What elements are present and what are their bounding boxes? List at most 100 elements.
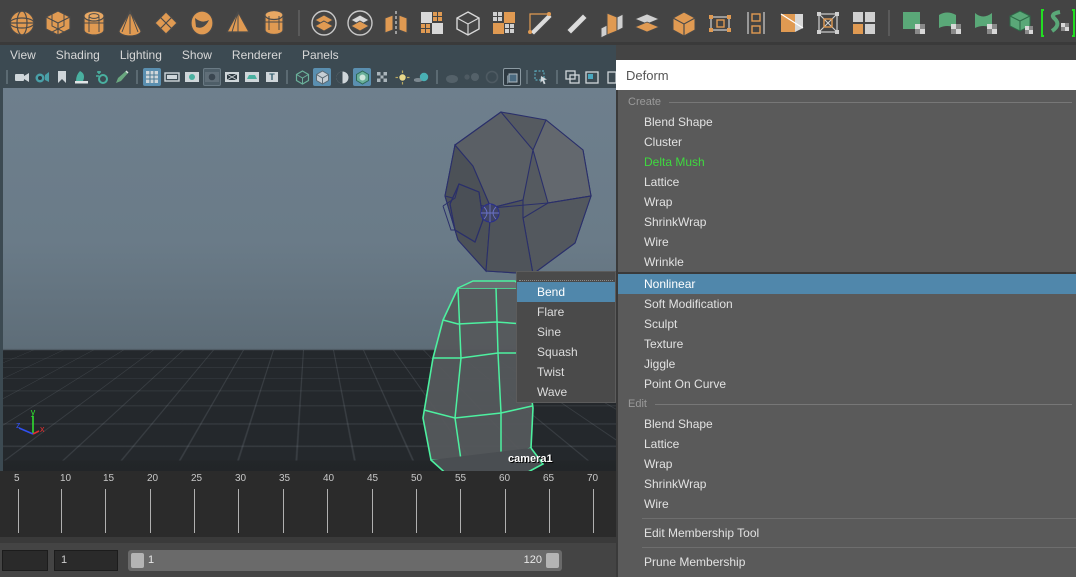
poly-torus-icon[interactable] xyxy=(185,6,219,40)
gate-mask-icon[interactable] xyxy=(203,68,221,86)
grid-display-icon[interactable] xyxy=(143,68,161,86)
submenu-item-twist[interactable]: Twist xyxy=(517,362,615,382)
combine-icon[interactable] xyxy=(307,6,341,40)
viewport-menu-show[interactable]: Show xyxy=(172,45,222,66)
panel-layout-c-icon[interactable] xyxy=(603,68,616,86)
deform-wave-icon[interactable] xyxy=(1041,6,1075,40)
anim-start-field[interactable] xyxy=(2,549,48,571)
poly-pyramid-icon[interactable] xyxy=(257,6,291,40)
viewport-menu-shading[interactable]: Shading xyxy=(46,45,110,66)
current-frame-field[interactable]: 1 xyxy=(54,549,118,571)
smooth-icon[interactable] xyxy=(415,6,449,40)
range-end-handle[interactable] xyxy=(546,552,559,568)
viewport-menu-renderer[interactable]: Renderer xyxy=(222,45,292,66)
relax-surface-icon[interactable] xyxy=(969,6,1003,40)
text-display-icon[interactable]: T xyxy=(263,68,281,86)
select-camera-icon[interactable] xyxy=(13,68,31,86)
deform-item-jiggle[interactable]: Jiggle xyxy=(618,354,1076,374)
xray-icon[interactable] xyxy=(373,68,391,86)
panel-layout-a-icon[interactable] xyxy=(563,68,581,86)
submenu-item-wave[interactable]: Wave xyxy=(517,382,615,402)
select-mask-icon[interactable] xyxy=(533,68,551,86)
deform-edit-item-wire[interactable]: Wire xyxy=(618,494,1076,514)
submenu-item-bend[interactable]: Bend xyxy=(517,282,615,302)
wireframe-shading-icon[interactable] xyxy=(293,68,311,86)
deform-item-wire[interactable]: Wire xyxy=(618,232,1076,252)
offset-edge-loop-icon[interactable] xyxy=(595,6,629,40)
deform-edit-item-shrinkwrap[interactable]: ShrinkWrap xyxy=(618,474,1076,494)
deform-item-delta-mush[interactable]: Delta Mush xyxy=(618,152,1076,172)
isolate-select-icon[interactable] xyxy=(503,68,521,86)
merge-vertices-icon[interactable] xyxy=(811,6,845,40)
deform-edit-item-wrap[interactable]: Wrap xyxy=(618,454,1076,474)
safe-action-icon[interactable] xyxy=(243,68,261,86)
bevel-icon[interactable] xyxy=(451,6,485,40)
occlusion-icon[interactable] xyxy=(443,68,461,86)
submenu-item-sine[interactable]: Sine xyxy=(517,322,615,342)
shadows-icon[interactable] xyxy=(413,68,431,86)
deform-menu-body: Create Blend Shape Cluster Delta Mush La… xyxy=(616,90,1076,577)
deform-item-wrinkle[interactable]: Wrinkle xyxy=(618,252,1076,272)
viewport-menu-lighting[interactable]: Lighting xyxy=(110,45,172,66)
panel-layout-b-icon[interactable] xyxy=(583,68,601,86)
viewport-menu-view[interactable]: View xyxy=(0,45,46,66)
deform-item-cluster[interactable]: Cluster xyxy=(618,132,1076,152)
mirror-geometry-icon[interactable] xyxy=(379,6,413,40)
deform-edit-item-edit-membership-tool[interactable]: Edit Membership Tool xyxy=(618,523,1076,543)
target-weld-icon[interactable] xyxy=(847,6,881,40)
submenu-item-flare[interactable]: Flare xyxy=(517,302,615,322)
film-origin-icon[interactable] xyxy=(223,68,241,86)
poly-cone-icon[interactable] xyxy=(113,6,147,40)
two-d-pan-zoom-icon[interactable] xyxy=(93,68,111,86)
deform-edit-item-lattice[interactable]: Lattice xyxy=(618,434,1076,454)
film-gate-icon[interactable] xyxy=(163,68,181,86)
smooth-surface-icon[interactable] xyxy=(933,6,967,40)
tear-off-handle[interactable] xyxy=(519,273,613,281)
resolution-gate-icon[interactable] xyxy=(183,68,201,86)
mesh-texture-icon[interactable] xyxy=(1005,6,1039,40)
image-plane-icon[interactable] xyxy=(73,68,91,86)
deform-edit-item-blend-shape[interactable]: Blend Shape xyxy=(618,414,1076,434)
poly-plane-icon[interactable] xyxy=(149,6,183,40)
grease-pencil-icon[interactable] xyxy=(113,68,131,86)
time-slider[interactable]: 5 10 15 20 25 30 35 40 45 50 55 60 65 70 xyxy=(0,471,616,543)
playback-range-slider[interactable]: 1 120 xyxy=(128,549,562,571)
viewport-menu-panels[interactable]: Panels xyxy=(292,45,349,66)
poly-cube-icon[interactable] xyxy=(41,6,75,40)
deform-item-blend-shape[interactable]: Blend Shape xyxy=(618,112,1076,132)
extrude-quad-icon[interactable] xyxy=(487,6,521,40)
deform-item-shrinkwrap[interactable]: ShrinkWrap xyxy=(618,212,1076,232)
motion-blur-icon[interactable] xyxy=(463,68,481,86)
smooth-shade-all-icon[interactable] xyxy=(313,68,331,86)
deform-edit-item-mirror-deformer-weights[interactable]: Mirror Deformer Weights xyxy=(618,572,1076,577)
submenu-item-squash[interactable]: Squash xyxy=(517,342,615,362)
bookmark-icon[interactable] xyxy=(53,68,71,86)
range-start-handle[interactable] xyxy=(131,552,144,568)
separate-icon[interactable] xyxy=(343,6,377,40)
detach-component-icon[interactable] xyxy=(775,6,809,40)
deform-item-texture[interactable]: Texture xyxy=(618,334,1076,354)
poly-sphere-icon[interactable] xyxy=(5,6,39,40)
insert-edge-loop-icon[interactable] xyxy=(559,6,593,40)
poly-prism-icon[interactable] xyxy=(221,6,255,40)
camera-attributes-icon[interactable] xyxy=(33,68,51,86)
deform-item-lattice[interactable]: Lattice xyxy=(618,172,1076,192)
sculpt-surface-icon[interactable] xyxy=(897,6,931,40)
hardware-texturing-icon[interactable] xyxy=(353,68,371,86)
deform-item-soft-modification[interactable]: Soft Modification xyxy=(618,294,1076,314)
deform-item-nonlinear[interactable]: Nonlinear xyxy=(618,274,1076,294)
deform-item-wrap[interactable]: Wrap xyxy=(618,192,1076,212)
deform-edit-item-prune-membership[interactable]: Prune Membership xyxy=(618,552,1076,572)
multisample-icon[interactable] xyxy=(483,68,501,86)
deform-item-point-on-curve[interactable]: Point On Curve xyxy=(618,374,1076,394)
fill-hole-icon[interactable] xyxy=(667,6,701,40)
bridge-icon[interactable] xyxy=(631,6,665,40)
use-all-lights-icon[interactable] xyxy=(393,68,411,86)
append-polygon-icon[interactable] xyxy=(703,6,737,40)
multi-cut-icon[interactable] xyxy=(523,6,557,40)
shade-with-wireframe-icon[interactable] xyxy=(333,68,351,86)
timeline-tick-label: 25 xyxy=(191,473,203,484)
deform-item-sculpt[interactable]: Sculpt xyxy=(618,314,1076,334)
connect-components-icon[interactable] xyxy=(739,6,773,40)
poly-cylinder-icon[interactable] xyxy=(77,6,111,40)
